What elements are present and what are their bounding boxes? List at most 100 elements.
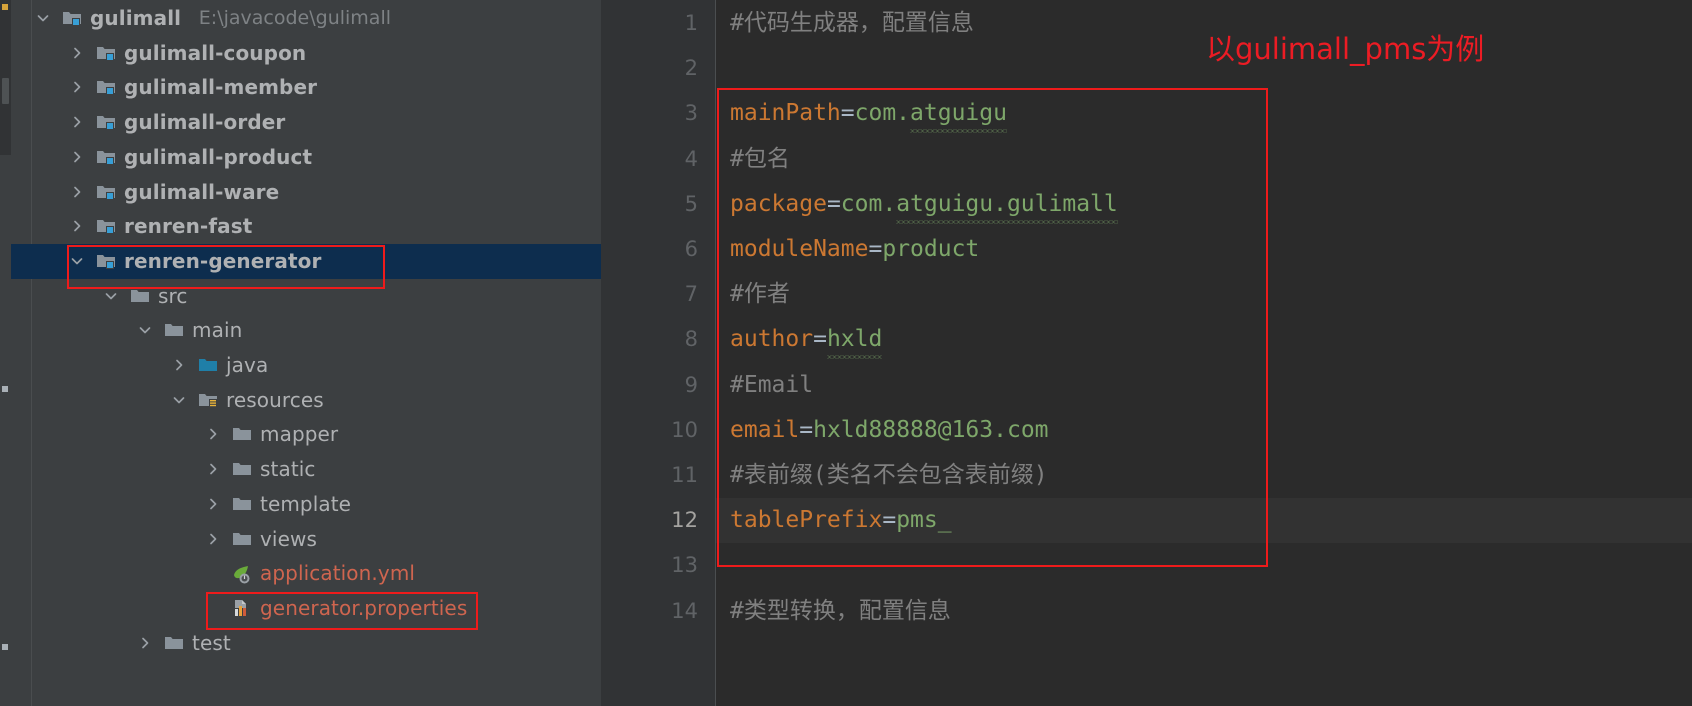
code-key: author [730, 326, 814, 353]
tree-row-label: gulimall-coupon [124, 40, 307, 65]
code-comment: #类型转换，配置信息 [730, 597, 951, 624]
idea-window: gulimall E:\javacode\gulimall gulimall-cou… [0, 0, 1692, 706]
spellcheck-underline: hxld [826, 317, 883, 362]
chevron-down-icon[interactable] [103, 288, 119, 304]
line-number[interactable]: 11 [608, 453, 698, 498]
annotation-note: 以gulimall_pms为例 [1206, 32, 1485, 66]
line-number[interactable]: 2 [608, 46, 698, 91]
folder-icon [231, 458, 253, 480]
folder-icon [231, 528, 253, 550]
editor-pane[interactable]: 1 2 3 4 5 6 7 8 9 10 11 12 13 14 #代码生成器，配置信息 mainPath… [601, 0, 1692, 706]
code-line[interactable]: #作者 [716, 272, 1692, 317]
code-comment: #表前缀(类名不会包含表前缀) [730, 462, 1048, 488]
tree-row-label: static [260, 457, 316, 482]
code-line[interactable]: package=com.atguigu.gulimall [716, 182, 1692, 227]
spellcheck-underline: atguigu [910, 91, 1007, 136]
code-line-blank[interactable] [716, 543, 1692, 588]
code-line[interactable]: #Email [716, 363, 1692, 408]
tree-row-resources[interactable]: resources [11, 383, 601, 418]
tree-row-label: src [158, 283, 188, 308]
tree-row-renren-generator[interactable]: renren-generator [11, 243, 601, 279]
chevron-right-icon[interactable] [137, 635, 153, 651]
tree-row-application-yml[interactable]: application.yml [11, 556, 601, 591]
chevron-right-icon[interactable] [69, 114, 85, 130]
tree-row-views[interactable]: views [11, 522, 601, 557]
chevron-right-icon[interactable] [69, 45, 85, 61]
tree-row-java[interactable]: java [11, 348, 601, 383]
chevron-right-icon[interactable] [205, 531, 221, 547]
chevron-down-icon[interactable] [35, 10, 51, 26]
tree-row-label: test [192, 630, 231, 655]
line-number[interactable]: 7 [608, 272, 698, 317]
tool-strip-marker-icon [2, 386, 8, 392]
tree-row-gulimall[interactable]: gulimall E:\javacode\gulimall [11, 1, 601, 36]
chevron-right-icon[interactable] [69, 218, 85, 234]
tree-row-renren-fast[interactable]: renren-fast [11, 209, 601, 244]
chevron-right-icon[interactable] [205, 461, 221, 477]
code-comment: #包名 [730, 145, 790, 172]
tree-row-path: E:\javacode\gulimall [198, 7, 392, 29]
chevron-down-icon[interactable] [137, 322, 153, 338]
tree-row-mapper[interactable]: mapper [11, 417, 601, 452]
code-line[interactable]: author=hxld [716, 317, 1692, 362]
project-tree-panel[interactable]: gulimall E:\javacode\gulimall gulimall-cou… [11, 0, 601, 706]
tree-row-test[interactable]: test [11, 626, 601, 661]
tree-row-gulimall-order[interactable]: gulimall-order [11, 105, 601, 140]
code-line[interactable]: #包名 [716, 137, 1692, 182]
tree-row-label: main [192, 318, 243, 343]
line-number[interactable]: 8 [608, 317, 698, 362]
code-value: product [882, 236, 980, 262]
tree-row-template[interactable]: template [11, 487, 601, 522]
tree-row-gulimall-ware[interactable]: gulimall-ware [11, 175, 601, 210]
chevron-right-icon[interactable] [205, 496, 221, 512]
code-value: com.atguigu [855, 100, 1007, 134]
project-tool-tab[interactable] [2, 78, 9, 104]
line-number-gutter[interactable]: 1 2 3 4 5 6 7 8 9 10 11 12 13 14 [601, 0, 716, 706]
tree-row-gulimall-coupon[interactable]: gulimall-coupon [11, 36, 601, 71]
line-number[interactable]: 4 [608, 137, 698, 182]
code-key: package [730, 190, 827, 217]
code-line[interactable]: tablePrefix=pms_ [716, 498, 1692, 543]
line-number[interactable]: 12 [608, 498, 698, 543]
tree-row-label: renren-generator [124, 248, 322, 273]
chevron-right-icon[interactable] [69, 79, 85, 95]
code-line[interactable]: #类型转换，配置信息 [716, 589, 1692, 634]
line-number[interactable]: 9 [608, 363, 698, 408]
code-line[interactable]: mainPath=com.atguigu [716, 91, 1692, 136]
code-line[interactable]: #表前缀(类名不会包含表前缀) [716, 453, 1692, 498]
line-number[interactable]: 10 [608, 408, 698, 453]
code-line[interactable]: email=hxld88888@163.com [716, 408, 1692, 453]
tree-row-src[interactable]: src [11, 279, 601, 314]
folder-icon [163, 319, 185, 341]
tree-row-static[interactable]: static [11, 452, 601, 487]
code-comment: #Email [730, 371, 814, 398]
code-line[interactable]: moduleName=product [716, 227, 1692, 272]
chevron-down-icon[interactable] [69, 253, 85, 269]
line-number[interactable]: 3 [608, 91, 698, 136]
code-line[interactable]: #代码生成器，配置信息 [716, 1, 1692, 46]
chevron-right-icon[interactable] [69, 149, 85, 165]
code-value: hxld88888@163.com [813, 416, 1049, 443]
line-number[interactable]: 13 [608, 543, 698, 588]
code-key: tablePrefix [730, 507, 883, 534]
spellcheck-underline: atguigu.gulimall [896, 182, 1118, 227]
code-content[interactable]: #代码生成器，配置信息 mainPath=com.atguigu #包名 packa… [716, 0, 1692, 706]
tree-row-generator-properties[interactable]: generator.properties [11, 591, 601, 626]
module-folder-icon [95, 76, 117, 98]
module-folder-icon [95, 250, 117, 272]
line-number[interactable]: 14 [608, 589, 698, 634]
line-number[interactable]: 5 [608, 182, 698, 227]
tree-row-main[interactable]: main [11, 313, 601, 348]
tree-row-gulimall-product[interactable]: gulimall-product [11, 140, 601, 175]
line-number[interactable]: 6 [608, 227, 698, 272]
chevron-down-icon[interactable] [171, 392, 187, 408]
chevron-right-icon[interactable] [171, 357, 187, 373]
spring-leaf-icon [231, 562, 253, 584]
tree-row-gulimall-member[interactable]: gulimall-member [11, 70, 601, 105]
source-folder-icon [197, 354, 219, 376]
code-line-blank[interactable] [716, 46, 1692, 91]
line-number[interactable]: 1 [608, 1, 698, 46]
chevron-right-icon[interactable] [69, 184, 85, 200]
tree-row-label: application.yml [260, 561, 416, 586]
chevron-right-icon[interactable] [205, 426, 221, 442]
